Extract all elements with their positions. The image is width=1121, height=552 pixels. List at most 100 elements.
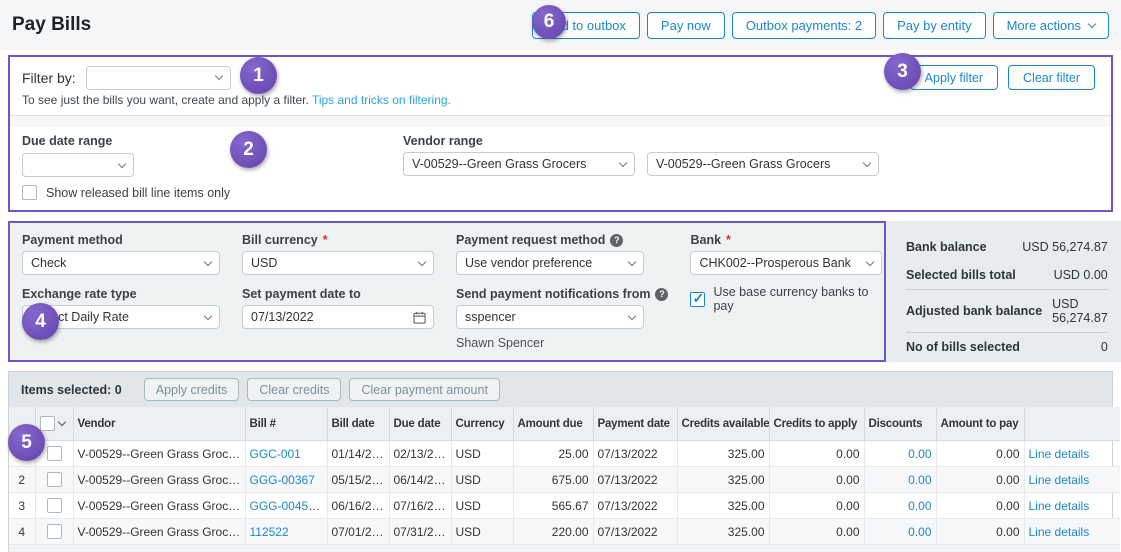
chevron-down-icon [204, 311, 212, 319]
due-date-cell: 07/31/2022 [389, 519, 451, 545]
notifications-from-select[interactable]: sspencer [456, 305, 644, 329]
chevron-down-icon [1088, 19, 1096, 27]
pay-by-entity-label: Pay by entity [897, 18, 971, 33]
payment-method-label: Payment method [22, 233, 220, 247]
line-details-cell: Line details [1024, 519, 1120, 545]
discounts-link[interactable]: 0.00 [908, 525, 931, 539]
amount-to-pay-cell[interactable]: 0.00 [936, 519, 1024, 545]
payment-method-select[interactable]: Check [22, 251, 220, 275]
line-details-link[interactable]: Line details [1029, 473, 1090, 487]
grid-toolbar: Items selected: 0 Apply credits Clear cr… [9, 372, 1112, 407]
column-header-credits-to-apply[interactable]: Credits to apply [769, 407, 864, 441]
calendar-icon[interactable] [413, 311, 426, 324]
total-empty-cell [1024, 545, 1120, 552]
column-header-credits-available[interactable]: Credits available [677, 407, 769, 441]
bank-label: Bank * [690, 233, 882, 247]
table-total-row: Total 1,485.67 0.00 0.00 [9, 545, 1120, 552]
clear-credits-button[interactable]: Clear credits [247, 378, 341, 401]
column-header-discounts[interactable]: Discounts [864, 407, 936, 441]
line-details-link[interactable]: Line details [1029, 447, 1090, 461]
line-details-cell: Line details [1024, 467, 1120, 493]
adjusted-balance-value: USD 56,274.87 [1052, 297, 1108, 325]
bill-currency-select[interactable]: USD [242, 251, 434, 275]
amount-to-pay-cell[interactable]: 0.00 [936, 467, 1024, 493]
filter-by-label: Filter by: [22, 70, 76, 86]
chevron-down-icon [628, 311, 636, 319]
column-header-vendor[interactable]: Vendor [73, 407, 245, 441]
base-currency-checkbox[interactable] [690, 292, 705, 307]
amount-due-cell: 675.00 [513, 467, 593, 493]
column-header-payment-date[interactable]: Payment date [593, 407, 677, 441]
filter-by-select[interactable] [86, 66, 231, 90]
clear-payment-amount-button[interactable]: Clear payment amount [349, 378, 499, 401]
column-header-amount-to-pay[interactable]: Amount to pay [936, 407, 1024, 441]
payment-request-select[interactable]: Use vendor preference [456, 251, 644, 275]
bills-grid-section: Items selected: 0 Apply credits Clear cr… [8, 371, 1113, 552]
filter-actions: Apply filter Clear filter [910, 65, 1095, 90]
bank-select[interactable]: CHK002--Prosperous Bank [690, 251, 882, 275]
more-actions-button[interactable]: More actions [993, 12, 1109, 39]
row-checkbox[interactable] [47, 446, 62, 461]
selected-bills-total-value: USD 0.00 [1054, 268, 1108, 282]
bill-number-link[interactable]: 112522 [250, 525, 289, 539]
page-title: Pay Bills [12, 14, 91, 36]
bank-summary-panel: Bank balance USD 56,274.87 Selected bill… [886, 221, 1121, 362]
discounts-link[interactable]: 0.00 [908, 499, 931, 513]
row-select-cell [35, 519, 73, 545]
help-icon[interactable]: ? [610, 234, 623, 247]
line-details-link[interactable]: Line details [1029, 499, 1090, 513]
column-header-currency[interactable]: Currency [451, 407, 513, 441]
row-checkbox[interactable] [47, 472, 62, 487]
column-header-bill-date[interactable]: Bill date [327, 407, 389, 441]
row-checkbox[interactable] [47, 498, 62, 513]
bill-number-link[interactable]: GGG-0045678 [250, 499, 328, 513]
total-empty-cell [593, 545, 677, 552]
chevron-down-icon[interactable] [57, 418, 65, 426]
bill-number-link[interactable]: GGG-00367 [250, 473, 315, 487]
bill-number-cell: GGG-00367 [245, 467, 327, 493]
apply-credits-button[interactable]: Apply credits [144, 378, 240, 401]
column-header-bill-number[interactable]: Bill # [245, 407, 327, 441]
due-date-range-select[interactable] [22, 153, 134, 177]
more-actions-label: More actions [1007, 18, 1081, 33]
outbox-payments-button[interactable]: Outbox payments: 2 [732, 12, 876, 39]
row-checkbox[interactable] [47, 524, 62, 539]
help-icon[interactable]: ? [655, 288, 668, 301]
bills-selected-count-row: No of bills selected 0 [906, 333, 1108, 361]
credits-to-apply-cell[interactable]: 0.00 [769, 467, 864, 493]
select-all-checkbox[interactable] [40, 416, 55, 431]
chevron-down-icon [418, 257, 426, 265]
pay-now-button[interactable]: Pay now [647, 12, 725, 39]
vendor-cell: V-00529--Green Grass Grocers [73, 441, 245, 467]
discounts-link[interactable]: 0.00 [908, 447, 931, 461]
show-released-checkbox[interactable] [22, 185, 37, 200]
amount-to-pay-cell[interactable]: 0.00 [936, 493, 1024, 519]
discounts-link[interactable]: 0.00 [908, 473, 931, 487]
payment-date-cell[interactable]: 07/13/2022 [593, 441, 677, 467]
payment-date-label: Set payment date to [242, 287, 434, 301]
row-number: 3 [9, 493, 35, 519]
vendor-range-from-select[interactable]: V-00529--Green Grass Grocers [403, 152, 635, 176]
bill-number-link[interactable]: GGC-001 [250, 447, 301, 461]
column-header-due-date[interactable]: Due date [389, 407, 451, 441]
credits-to-apply-cell[interactable]: 0.00 [769, 441, 864, 467]
credits-to-apply-cell[interactable]: 0.00 [769, 493, 864, 519]
clear-filter-button[interactable]: Clear filter [1008, 65, 1095, 90]
bank-balance-row: Bank balance USD 56,274.87 [906, 233, 1108, 261]
bills-selected-count-value: 0 [1101, 340, 1108, 354]
line-details-link[interactable]: Line details [1029, 525, 1090, 539]
bill-date-cell: 05/15/2022 [327, 467, 389, 493]
payment-date-cell[interactable]: 07/13/2022 [593, 493, 677, 519]
pay-by-entity-button[interactable]: Pay by entity [883, 12, 985, 39]
credits-to-apply-cell[interactable]: 0.00 [769, 519, 864, 545]
column-header-amount-due[interactable]: Amount due [513, 407, 593, 441]
amount-to-pay-cell[interactable]: 0.00 [936, 441, 1024, 467]
filter-tips-link[interactable]: Tips and tricks on filtering. [312, 93, 451, 107]
notifications-from-field: Send payment notifications from ? sspenc… [456, 287, 668, 350]
due-date-cell: 07/16/2022 [389, 493, 451, 519]
apply-filter-button[interactable]: Apply filter [910, 65, 998, 90]
payment-date-input[interactable]: 07/13/2022 [242, 305, 434, 329]
payment-date-cell[interactable]: 07/13/2022 [593, 467, 677, 493]
vendor-range-to-select[interactable]: V-00529--Green Grass Grocers [647, 152, 879, 176]
payment-date-cell[interactable]: 07/13/2022 [593, 519, 677, 545]
